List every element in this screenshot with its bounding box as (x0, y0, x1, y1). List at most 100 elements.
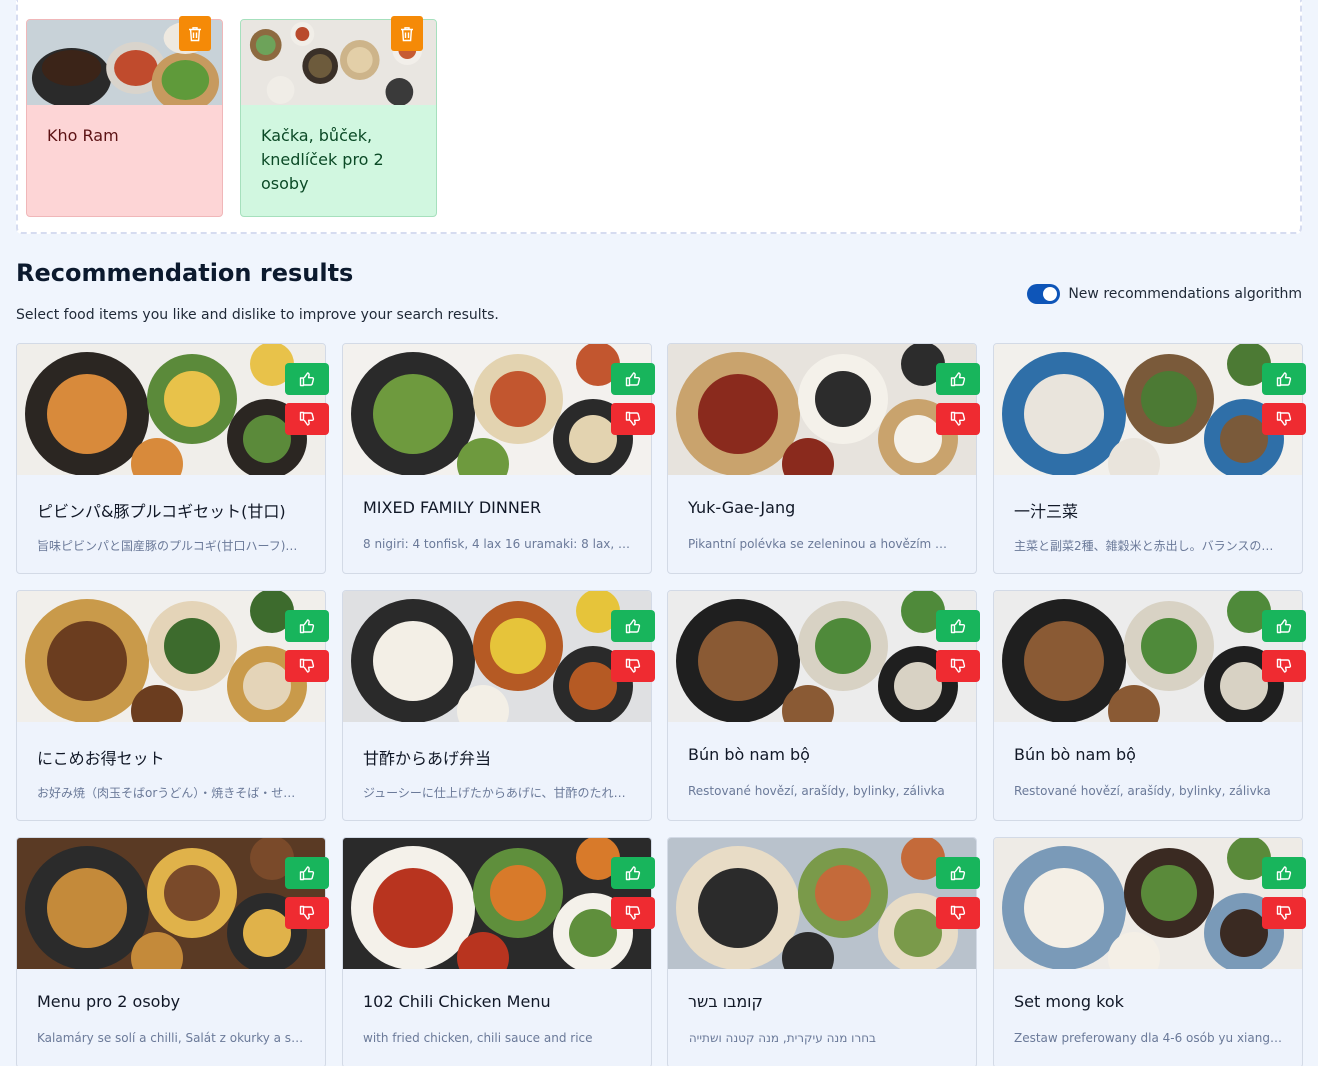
algorithm-toggle[interactable]: New recommendations algorithm (1027, 284, 1302, 304)
food-description: Restované hovězí, arašídy, bylinky, záli… (1014, 784, 1271, 798)
thumbs-up-icon (950, 372, 966, 387)
like-button[interactable] (1262, 857, 1306, 889)
page-title: Recommendation results (16, 259, 354, 287)
like-button[interactable] (1262, 363, 1306, 395)
food-card[interactable]: 甘酢からあげ弁当 ジューシーに仕上げたからあげに、甘酢のたれをかけて (342, 590, 655, 821)
food-photo (343, 591, 651, 722)
food-name: 一汁三菜 (1014, 502, 1079, 521)
dislike-button[interactable] (936, 403, 980, 435)
trash-icon (401, 26, 413, 41)
food-card[interactable]: Bún bò nam bộ Restované hovězí, arašídy,… (993, 590, 1306, 821)
thumbs-down-icon (625, 411, 641, 426)
food-name: 102 Chili Chicken Menu (363, 992, 551, 1011)
thumbs-up-icon (1276, 619, 1292, 634)
food-card[interactable]: קומבו בשר בחרו מנה עיקרית, מנה קטנה ושתי… (667, 837, 980, 1066)
food-photo (668, 344, 976, 475)
dislike-button[interactable] (936, 650, 980, 682)
thumbs-up-icon (299, 866, 315, 881)
food-card[interactable]: Set mong kok Zestaw preferowany dla 4-6 … (993, 837, 1306, 1066)
food-photo (668, 838, 976, 969)
food-photo (994, 591, 1302, 722)
food-description: בחרו מנה עיקרית, מנה קטנה ושתייה (688, 1031, 876, 1045)
remove-selected-button[interactable] (179, 16, 211, 51)
food-name: 甘酢からあげ弁当 (363, 749, 492, 768)
food-photo (343, 838, 651, 969)
dislike-button[interactable] (936, 897, 980, 929)
like-button[interactable] (936, 610, 980, 642)
food-card[interactable]: Yuk-Gae-Jang Pikantní polévka se zelenin… (667, 343, 980, 574)
toggle-label: New recommendations algorithm (1068, 286, 1302, 302)
food-photo (343, 344, 651, 475)
like-button[interactable] (936, 363, 980, 395)
food-name: Menu pro 2 osoby (37, 992, 181, 1011)
thumbs-down-icon (950, 411, 966, 426)
dislike-button[interactable] (1262, 403, 1306, 435)
selected-item-name: Kho Ram (47, 126, 119, 145)
like-button[interactable] (1262, 610, 1306, 642)
thumbs-up-icon (950, 866, 966, 881)
food-card[interactable]: ピビンパ&豚プルコギセット(甘口) 旨味ピビンパと国産豚のプルコギ(甘口ハーフ)… (16, 343, 329, 574)
dislike-button[interactable] (285, 650, 329, 682)
food-card[interactable]: 一汁三菜 主菜と副菜2種、雑穀米と赤出し。バランスの良い定食 (993, 343, 1306, 574)
food-name: にこめお得セット (37, 749, 165, 768)
food-name: Bún bò nam bộ (688, 745, 810, 764)
food-photo (17, 591, 325, 722)
food-description: Zestaw preferowany dla 4-6 osób yu xiang… (1014, 1031, 1284, 1045)
thumbs-up-icon (950, 619, 966, 634)
food-card[interactable]: にこめお得セット お好み焼（肉玉そばorうどん）・焼きそば・せせり (16, 590, 329, 821)
like-button[interactable] (285, 363, 329, 395)
food-description: お好み焼（肉玉そばorうどん）・焼きそば・せせり (37, 786, 307, 800)
food-name: ピビンパ&豚プルコギセット(甘口) (37, 502, 286, 521)
food-photo (668, 591, 976, 722)
thumbs-up-icon (299, 372, 315, 387)
thumbs-up-icon (625, 619, 641, 634)
food-card[interactable]: Menu pro 2 osoby Kalamáry se solí a chil… (16, 837, 329, 1066)
like-button[interactable] (611, 857, 655, 889)
trash-icon (189, 26, 201, 41)
dislike-button[interactable] (1262, 650, 1306, 682)
food-name: Set mong kok (1014, 992, 1124, 1011)
dislike-button[interactable] (611, 897, 655, 929)
food-name: קומבו בשר (688, 992, 763, 1011)
thumbs-up-icon (1276, 372, 1292, 387)
like-button[interactable] (285, 857, 329, 889)
food-photo (17, 344, 325, 475)
food-description: 旨味ピビンパと国産豚のプルコギ(甘口ハーフ)のセット (37, 539, 307, 553)
thumbs-down-icon (950, 658, 966, 673)
toggle-switch[interactable] (1027, 284, 1061, 304)
thumbs-up-icon (625, 372, 641, 387)
thumbs-down-icon (1276, 658, 1292, 673)
food-card[interactable]: MIXED FAMILY DINNER 8 nigiri: 4 tonfisk,… (342, 343, 655, 574)
thumbs-up-icon (299, 619, 315, 634)
like-button[interactable] (285, 610, 329, 642)
thumbs-down-icon (625, 905, 641, 920)
food-photo (994, 838, 1302, 969)
food-description: Restované hovězí, arašídy, bylinky, záli… (688, 784, 945, 798)
food-description: 主菜と副菜2種、雑穀米と赤出し。バランスの良い定食 (1014, 539, 1284, 553)
food-description: ジューシーに仕上げたからあげに、甘酢のたれをかけて (363, 786, 633, 800)
remove-selected-button[interactable] (391, 16, 423, 51)
dislike-button[interactable] (611, 650, 655, 682)
food-name: MIXED FAMILY DINNER (363, 498, 542, 517)
dislike-button[interactable] (1262, 897, 1306, 929)
dislike-button[interactable] (285, 897, 329, 929)
thumbs-down-icon (950, 905, 966, 920)
food-description: with fried chicken, chili sauce and rice (363, 1031, 593, 1045)
thumbs-down-icon (299, 411, 315, 426)
food-card[interactable]: 102 Chili Chicken Menu with fried chicke… (342, 837, 655, 1066)
dislike-button[interactable] (285, 403, 329, 435)
thumbs-down-icon (1276, 905, 1292, 920)
food-photo (17, 838, 325, 969)
food-description: 8 nigiri: 4 tonfisk, 4 lax 16 uramaki: 8… (363, 537, 633, 551)
like-button[interactable] (936, 857, 980, 889)
food-card[interactable]: Bún bò nam bộ Restované hovězí, arašídy,… (667, 590, 980, 821)
dislike-button[interactable] (611, 403, 655, 435)
like-button[interactable] (611, 363, 655, 395)
like-button[interactable] (611, 610, 655, 642)
food-description: Kalamáry se solí a chilli, Salát z okurk… (37, 1031, 307, 1045)
food-photo (994, 344, 1302, 475)
thumbs-down-icon (1276, 411, 1292, 426)
food-name: Yuk-Gae-Jang (688, 498, 796, 517)
thumbs-down-icon (299, 658, 315, 673)
page-subtitle: Select food items you like and dislike t… (16, 307, 499, 323)
